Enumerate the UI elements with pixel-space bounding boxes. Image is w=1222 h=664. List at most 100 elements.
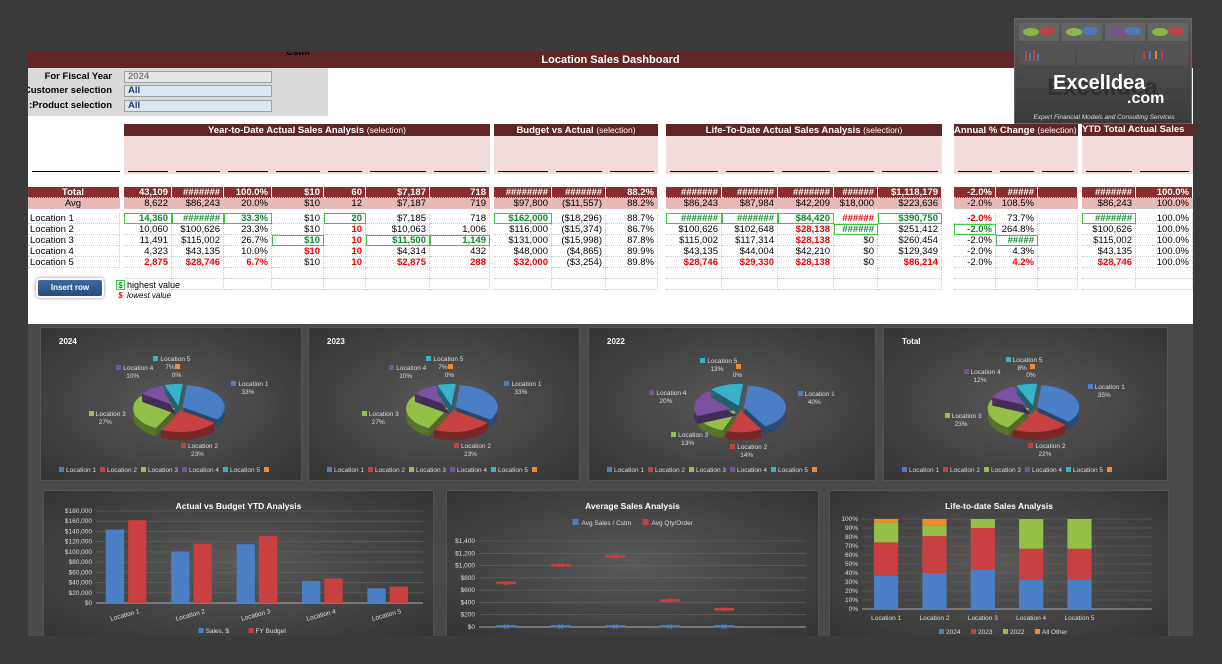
cell-avgcstm[interactable]: $10 (272, 213, 324, 224)
cell-avgorder[interactable]: $10,063 (366, 224, 430, 235)
cell-pct[interactable]: 10.0% (224, 246, 272, 257)
empty-cell[interactable] (324, 279, 366, 290)
cell-pct[interactable]: 6.7% (224, 257, 272, 268)
cell-ach[interactable]: 86.7% (606, 224, 658, 235)
cell-allother[interactable]: $0 (834, 257, 878, 268)
cell-totsales[interactable]: ####### (1082, 187, 1136, 198)
cell-qty[interactable]: 43,109 (124, 187, 172, 198)
cell-c2022[interactable] (1038, 213, 1078, 224)
stacked-bar-2023[interactable] (1067, 548, 1092, 580)
cell-c2024[interactable]: -2.0% (954, 187, 996, 198)
empty-cell[interactable] (722, 279, 778, 290)
stacked-bar-2022[interactable] (970, 519, 995, 528)
empty-cell[interactable] (430, 279, 490, 290)
cell-y2022[interactable]: $84,420 (778, 213, 834, 224)
cell-total[interactable]: $129,349 (878, 246, 942, 257)
empty-cell[interactable] (494, 268, 552, 279)
cell-orders[interactable]: 10 (324, 224, 366, 235)
cell-ach[interactable]: 88.2% (606, 187, 658, 198)
cell-total[interactable]: $390,750 (878, 213, 942, 224)
cell-var[interactable]: ($11,557) (552, 198, 606, 209)
empty-cell[interactable] (834, 268, 878, 279)
cell-total[interactable]: $260,454 (878, 235, 942, 246)
cell-budget[interactable]: $162,000 (494, 213, 552, 224)
cell-contrib[interactable]: 100.0% (1136, 235, 1193, 246)
cell-y2022[interactable]: $28,138 (778, 224, 834, 235)
cell-avgcstm[interactable]: $10 (272, 198, 324, 209)
cell-allother[interactable]: ###### (834, 187, 878, 198)
cell-total[interactable]: $223,636 (878, 198, 942, 209)
cell-c2023[interactable]: 4.3% (996, 246, 1038, 257)
cell-sales[interactable]: ####### (172, 213, 224, 224)
cell-sales[interactable]: $86,243 (172, 198, 224, 209)
empty-cell[interactable] (666, 268, 722, 279)
cell-avgqty[interactable]: 718 (430, 213, 490, 224)
empty-cell[interactable] (430, 268, 490, 279)
stacked-bar-2024[interactable] (1067, 579, 1092, 609)
empty-cell[interactable] (1082, 268, 1136, 279)
cell-contrib[interactable]: 100.0% (1136, 246, 1193, 257)
stacked-bar-2022[interactable] (1067, 519, 1092, 549)
cell-ach[interactable]: 87.8% (606, 235, 658, 246)
cell-y2023[interactable]: $29,330 (722, 257, 778, 268)
stacked-bar-2022[interactable] (874, 522, 899, 543)
cell-orders[interactable]: 20 (324, 213, 366, 224)
empty-cell[interactable] (272, 268, 324, 279)
cell-var[interactable]: ($3,254) (552, 257, 606, 268)
cell-c2024[interactable]: -2.0% (954, 257, 996, 268)
cell-allother[interactable]: $0 (834, 246, 878, 257)
empty-cell[interactable] (494, 279, 552, 290)
cell-avgqty[interactable]: 288 (430, 257, 490, 268)
cell-avgcstm[interactable]: $10 (272, 235, 324, 246)
cell-c2024[interactable]: -2.0% (954, 235, 996, 246)
cell-allother[interactable]: ###### (834, 213, 878, 224)
empty-cell[interactable] (1136, 268, 1193, 279)
cell-orders[interactable]: 10 (324, 246, 366, 257)
empty-cell[interactable] (224, 279, 272, 290)
cell-c2023[interactable]: 4.2% (996, 257, 1038, 268)
cell-var[interactable]: ####### (552, 187, 606, 198)
cell-y2023[interactable]: ####### (722, 187, 778, 198)
cell-y2024[interactable]: $28,746 (666, 257, 722, 268)
empty-cell[interactable] (1082, 279, 1136, 290)
cell-c2022[interactable] (1038, 198, 1078, 209)
cell-total[interactable]: $1,118,179 (878, 187, 942, 198)
cell-pct[interactable]: 20.0% (224, 198, 272, 209)
empty-cell[interactable] (124, 268, 172, 279)
cell-total[interactable]: $251,412 (878, 224, 942, 235)
cell-y2022[interactable]: $42,210 (778, 246, 834, 257)
cell-avgqty[interactable]: 1,006 (430, 224, 490, 235)
cell-var[interactable]: ($4,865) (552, 246, 606, 257)
empty-cell[interactable] (954, 279, 996, 290)
cell-avgorder[interactable]: $11,500 (366, 235, 430, 246)
cell-c2024[interactable]: -2.0% (954, 246, 996, 257)
pie-chart-2024[interactable]: 2024 Location 1 33% Location 2 23% Location 3… (40, 327, 302, 481)
cell-totsales[interactable]: ####### (1082, 213, 1136, 224)
cell-allother[interactable]: $0 (834, 235, 878, 246)
actual-vs-budget-chart[interactable]: Actual vs Budget YTD Analysis $0 $20,000 $4… (43, 490, 434, 638)
cell-pct[interactable]: 33.3% (224, 213, 272, 224)
bar-budget[interactable] (258, 536, 278, 603)
empty-cell[interactable] (324, 268, 366, 279)
cell-avgcstm[interactable]: $10 (272, 246, 324, 257)
cell-avgcstm[interactable]: $10 (272, 257, 324, 268)
cell-ach[interactable]: 88.7% (606, 213, 658, 224)
cell-y2022[interactable]: $28,138 (778, 235, 834, 246)
cell-ach[interactable]: 89.9% (606, 246, 658, 257)
cell-y2024[interactable]: ####### (666, 187, 722, 198)
empty-cell[interactable] (224, 268, 272, 279)
cell-avgqty[interactable]: 718 (430, 187, 490, 198)
cell-c2024[interactable]: -2.0% (954, 198, 996, 209)
cell-qty[interactable]: 14,360 (124, 213, 172, 224)
cell-sales[interactable]: $115,002 (172, 235, 224, 246)
cell-y2023[interactable]: $117,314 (722, 235, 778, 246)
cell-budget[interactable]: ######## (494, 187, 552, 198)
empty-cell[interactable] (272, 279, 324, 290)
cell-contrib[interactable]: 100.0% (1136, 198, 1193, 209)
cell-budget[interactable]: $97,800 (494, 198, 552, 209)
stacked-bar-all-other[interactable] (922, 519, 947, 526)
pie-chart-2022[interactable]: 2022 Location 1 40% Location 2 14% Location 3… (588, 327, 876, 481)
cell-total[interactable]: $86,214 (878, 257, 942, 268)
stacked-bar-all-other[interactable] (874, 519, 899, 523)
insert-row-button[interactable]: Insert row (36, 278, 104, 298)
